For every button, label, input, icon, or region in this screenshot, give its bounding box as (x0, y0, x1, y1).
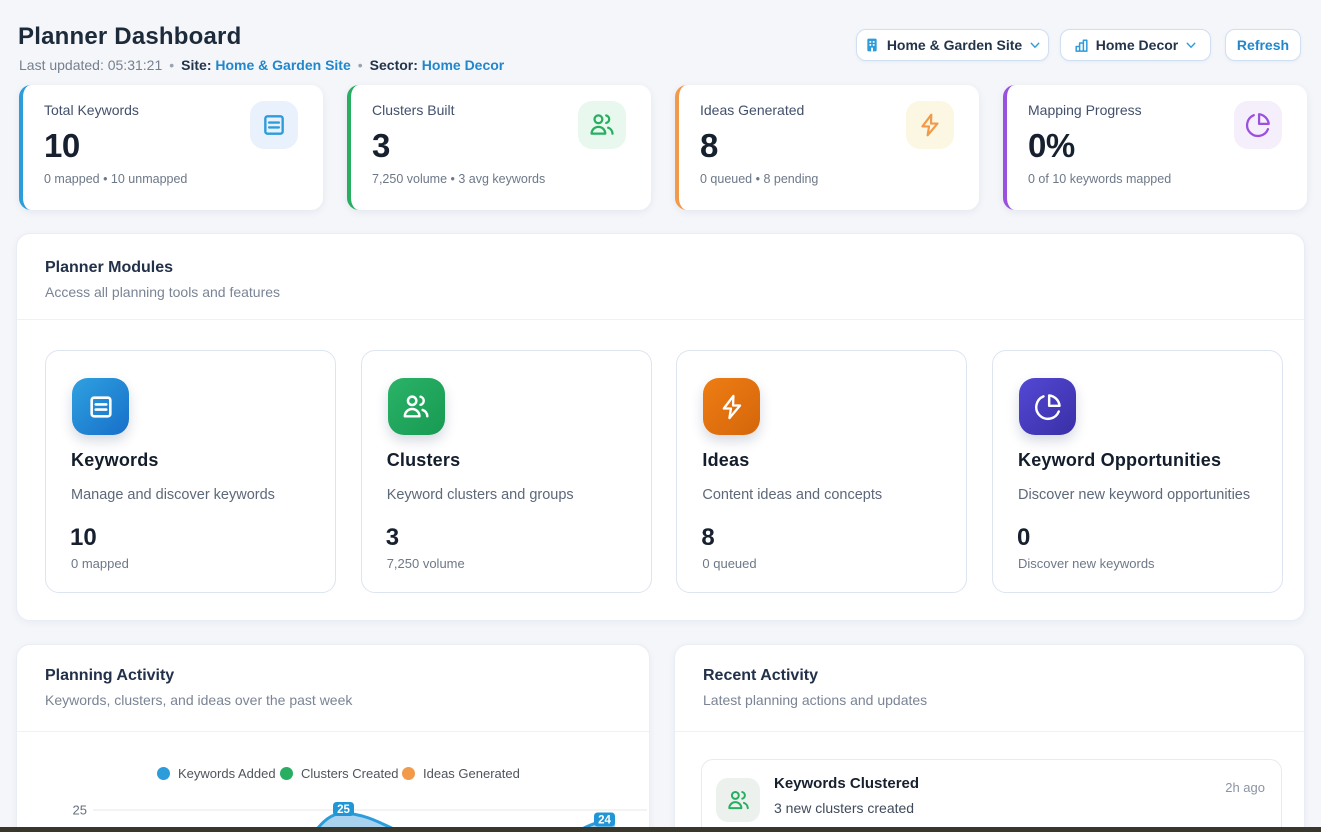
svg-text:24: 24 (598, 815, 611, 827)
svg-text:25: 25 (337, 804, 350, 816)
svg-text:25: 25 (73, 803, 87, 818)
